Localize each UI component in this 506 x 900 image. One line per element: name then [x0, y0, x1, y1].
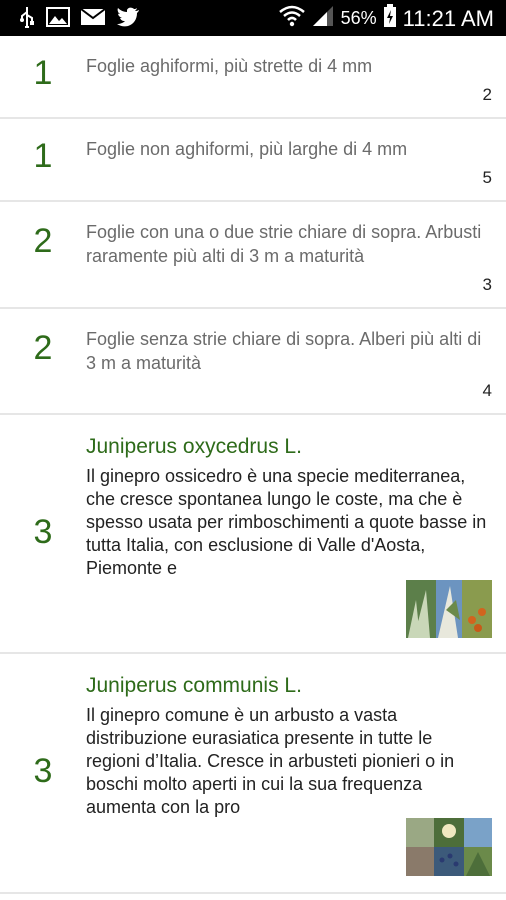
battery-percent: 56% [340, 8, 377, 28]
step-number: 3 [33, 513, 53, 551]
usb-icon [18, 6, 36, 33]
twitter-icon [116, 7, 140, 32]
species-description: Il ginepro ossicedro è una specie medite… [86, 466, 487, 578]
system-icons: 56% 11:21 AM [278, 4, 494, 33]
wifi-icon [278, 5, 305, 32]
species-row[interactable]: 3 Juniperus communis L. Il ginepro comun… [0, 654, 506, 894]
key-text: Foglie non aghiformi, più larghe di 4 mm [86, 139, 408, 159]
key-row[interactable]: 2 Foglie senza strie chiare di sopra. Al… [0, 309, 506, 415]
target-step: 3 [482, 275, 492, 294]
image-icon [46, 7, 70, 32]
species-row[interactable]: 3 Juniperus oxycedrus L. Il ginepro ossi… [0, 415, 506, 654]
step-number: 3 [33, 752, 53, 790]
species-name: Juniperus communis L. [86, 674, 302, 697]
target-step: 4 [482, 381, 492, 400]
key-row[interactable]: 1 Foglie aghiformi, più strette di 4 mm … [0, 36, 506, 119]
key-row[interactable]: 1 Foglie non aghiformi, più larghe di 4 … [0, 119, 506, 202]
species-description: Il ginepro comune è un arbusto a vasta d… [86, 705, 455, 817]
step-number: 1 [33, 137, 53, 175]
species-thumbnail[interactable] [406, 580, 492, 638]
notification-icons [18, 6, 140, 33]
dichotomous-key-list[interactable]: 1 Foglie aghiformi, più strette di 4 mm … [0, 36, 506, 900]
target-step: 2 [482, 85, 492, 104]
key-text: Foglie aghiformi, più strette di 4 mm [86, 56, 373, 76]
target-step: 5 [482, 168, 492, 187]
step-number: 1 [33, 54, 53, 92]
key-row[interactable]: 2 Foglie con una o due strie chiare di s… [0, 202, 506, 309]
step-number: 2 [33, 222, 53, 260]
signal-icon [311, 5, 335, 32]
step-number: 2 [33, 329, 53, 367]
status-bar: 56% 11:21 AM [0, 0, 506, 36]
key-text: Foglie con una o due strie chiare di sop… [86, 222, 482, 266]
species-name: Juniperus oxycedrus L. [86, 435, 302, 458]
battery-icon [383, 4, 397, 33]
mail-icon [80, 8, 106, 31]
key-text: Foglie senza strie chiare di sopra. Albe… [86, 329, 482, 373]
clock: 11:21 AM [402, 5, 494, 31]
species-thumbnail[interactable] [406, 818, 492, 876]
